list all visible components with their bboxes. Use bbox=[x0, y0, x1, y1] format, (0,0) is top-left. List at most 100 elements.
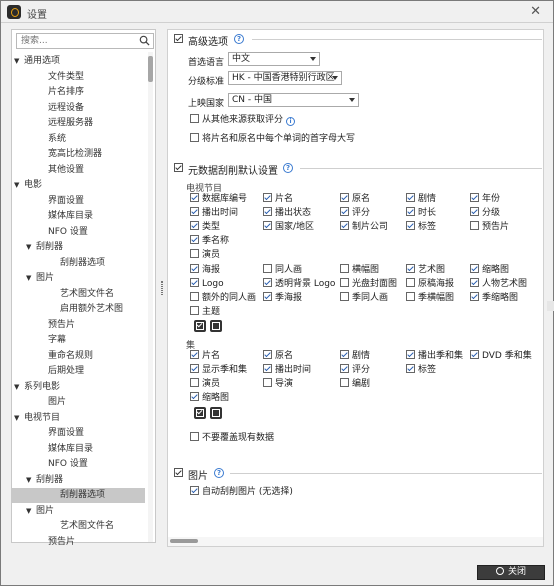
field-checkbox[interactable]: 年份 bbox=[470, 193, 500, 205]
checkbox-box[interactable] bbox=[340, 291, 349, 301]
auto-scrape-images-checkbox[interactable]: 自动刮削图片 (无选择) bbox=[190, 486, 293, 498]
expand-arrow-icon[interactable]: ▼ bbox=[26, 240, 36, 255]
field-checkbox[interactable]: 人物艺术图 bbox=[470, 277, 527, 290]
checkbox-box[interactable] bbox=[340, 221, 349, 231]
content-horizontal-scrollbar[interactable] bbox=[168, 537, 543, 546]
checkbox-box[interactable] bbox=[190, 133, 199, 142]
field-checkbox[interactable]: 分级 bbox=[470, 207, 500, 219]
checkbox-box[interactable] bbox=[406, 364, 415, 374]
splitter-handle[interactable] bbox=[161, 281, 163, 295]
close-window-button[interactable]: ✕ bbox=[530, 4, 541, 19]
field-checkbox[interactable]: 额外的同人画 bbox=[190, 291, 256, 304]
tree-item[interactable]: 媒体库目录 bbox=[12, 209, 145, 224]
tree-item[interactable]: ▼ 刮削器 bbox=[12, 240, 145, 255]
checkbox-box[interactable] bbox=[340, 277, 349, 287]
tree-item[interactable]: ▼ 通用选项 bbox=[12, 54, 145, 69]
checkbox-box[interactable] bbox=[340, 350, 349, 359]
checkbox-box[interactable] bbox=[190, 221, 199, 231]
checkbox-box[interactable] bbox=[263, 277, 272, 287]
checkbox-box[interactable] bbox=[190, 291, 199, 301]
checkbox-box[interactable] bbox=[340, 207, 349, 217]
tree-item[interactable]: ▼ 刮削器 bbox=[12, 473, 145, 488]
checkbox-box[interactable] bbox=[190, 249, 199, 259]
checkbox-box[interactable] bbox=[470, 193, 479, 202]
tree-item[interactable]: 其他设置 bbox=[12, 163, 145, 178]
tree-item[interactable]: 艺术图文件名 bbox=[12, 519, 145, 534]
checkbox-box[interactable] bbox=[406, 291, 415, 301]
tree-item[interactable]: NFO 设置 bbox=[12, 225, 145, 240]
certification-select[interactable]: HK - 中国香港特别行政区 bbox=[228, 71, 342, 85]
checkbox-box[interactable] bbox=[263, 193, 272, 202]
field-checkbox[interactable]: 季横幅图 bbox=[406, 291, 454, 304]
field-checkbox[interactable]: 演员 bbox=[190, 378, 220, 390]
checkbox-box[interactable] bbox=[340, 263, 349, 273]
field-checkbox[interactable]: 制片公司 bbox=[340, 221, 388, 233]
search-input[interactable] bbox=[17, 34, 135, 48]
checkbox-box[interactable] bbox=[470, 263, 479, 273]
field-checkbox[interactable]: 时长 bbox=[406, 207, 436, 219]
tree-item[interactable]: 后期处理 bbox=[12, 364, 145, 379]
checkbox-box[interactable] bbox=[263, 263, 272, 273]
tree-item[interactable]: 启用额外艺术图 bbox=[12, 302, 145, 317]
other-rating-checkbox[interactable]: 从其他来源获取评分 i bbox=[190, 114, 296, 126]
field-checkbox[interactable]: 缩略图 bbox=[190, 392, 229, 404]
select-all-episode-button[interactable] bbox=[194, 407, 206, 419]
field-checkbox[interactable]: 原名 bbox=[340, 193, 370, 205]
tree-item[interactable]: 远程设备 bbox=[12, 101, 145, 116]
field-checkbox[interactable]: 播出时间 bbox=[190, 207, 238, 219]
expand-arrow-icon[interactable]: ▼ bbox=[14, 54, 24, 69]
field-checkbox[interactable]: 缩略图 bbox=[470, 263, 509, 276]
scrollbar-thumb[interactable] bbox=[170, 539, 198, 543]
field-checkbox[interactable]: Logo bbox=[190, 277, 224, 290]
checkbox-box[interactable] bbox=[470, 221, 479, 231]
checkbox-box[interactable] bbox=[263, 364, 272, 374]
field-checkbox[interactable]: 导演 bbox=[263, 378, 293, 390]
tree-scrollbar[interactable] bbox=[148, 52, 153, 542]
select-none-tv-button[interactable] bbox=[210, 320, 222, 332]
tree-item[interactable]: 图片 bbox=[12, 395, 145, 410]
field-checkbox[interactable]: 季名称 bbox=[190, 235, 229, 247]
tree-item[interactable]: 片名排序 bbox=[12, 85, 145, 100]
field-checkbox[interactable]: 演员 bbox=[190, 249, 220, 261]
checkbox-box[interactable] bbox=[340, 193, 349, 202]
expand-arrow-icon[interactable]: ▼ bbox=[14, 411, 24, 426]
field-checkbox[interactable]: 标签 bbox=[406, 364, 436, 376]
checkbox-box[interactable] bbox=[190, 305, 199, 315]
field-checkbox[interactable]: 剧情 bbox=[340, 350, 370, 362]
checkbox-box[interactable] bbox=[263, 350, 272, 359]
tree-item[interactable]: 媒体库目录 bbox=[12, 442, 145, 457]
checkbox-box[interactable] bbox=[190, 364, 199, 374]
field-checkbox[interactable]: 预告片 bbox=[470, 221, 509, 233]
field-checkbox[interactable]: 季同人画 bbox=[340, 291, 388, 304]
country-select[interactable]: CN - 中国 bbox=[228, 93, 359, 107]
tree-item[interactable]: 刮削器选项 bbox=[12, 256, 145, 271]
tree-item[interactable]: 宽高比检测器 bbox=[12, 147, 145, 162]
section-collapse-icon[interactable] bbox=[174, 34, 183, 43]
close-button[interactable]: 关闭 bbox=[477, 565, 545, 580]
tree-item[interactable]: ▼ 图片 bbox=[12, 271, 145, 286]
field-checkbox[interactable]: 评分 bbox=[340, 364, 370, 376]
checkbox-box[interactable] bbox=[406, 221, 415, 231]
field-checkbox[interactable]: 显示季和集 bbox=[190, 364, 247, 376]
field-checkbox[interactable]: 类型 bbox=[190, 221, 220, 233]
tree-item[interactable]: 界面设置 bbox=[12, 194, 145, 209]
tree-item[interactable]: 字幕 bbox=[12, 333, 145, 348]
tree-item[interactable]: ▼ 电视节目 bbox=[12, 411, 145, 426]
field-checkbox[interactable]: 播出状态 bbox=[263, 207, 311, 219]
help-icon[interactable]: ? bbox=[234, 34, 244, 44]
field-checkbox[interactable]: 评分 bbox=[340, 207, 370, 219]
expand-arrow-icon[interactable]: ▼ bbox=[14, 380, 24, 395]
tree-item[interactable]: ▼ 系列电影 bbox=[12, 380, 145, 395]
field-checkbox[interactable]: 国家/地区 bbox=[263, 221, 314, 233]
section-collapse-icon[interactable] bbox=[174, 468, 183, 477]
tree-scrollbar-thumb[interactable] bbox=[148, 56, 153, 82]
checkbox-box[interactable] bbox=[340, 364, 349, 374]
tree-item[interactable]: 界面设置 bbox=[12, 426, 145, 441]
checkbox-box[interactable] bbox=[190, 207, 199, 217]
tree-item[interactable]: 预告片 bbox=[12, 318, 145, 333]
checkbox-box[interactable] bbox=[190, 486, 199, 495]
field-checkbox[interactable]: 同人画 bbox=[263, 263, 302, 276]
field-checkbox[interactable]: 片名 bbox=[190, 350, 220, 362]
field-checkbox[interactable]: 原稿海报 bbox=[406, 277, 454, 290]
checkbox-box[interactable] bbox=[340, 378, 349, 388]
